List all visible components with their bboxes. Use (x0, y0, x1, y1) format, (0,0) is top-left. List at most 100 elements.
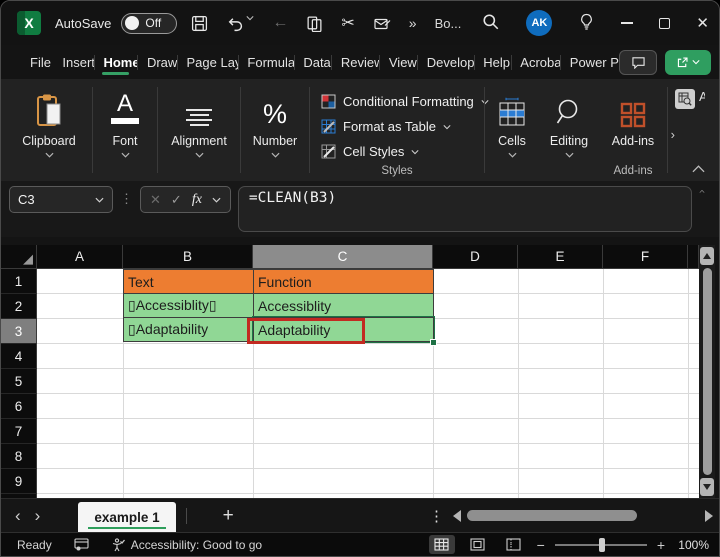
quick-access-overflow-icon[interactable]: » (409, 15, 417, 31)
search-icon[interactable] (482, 13, 500, 34)
cell-c1[interactable]: Function (253, 269, 434, 294)
tab-draw[interactable]: Draw (138, 49, 177, 76)
cell-c2[interactable]: Accessiblity (253, 293, 434, 318)
lightbulb-icon[interactable] (578, 13, 595, 34)
undo-button[interactable] (226, 15, 254, 32)
fill-handle[interactable] (430, 339, 437, 346)
row-header-2[interactable]: 2 (1, 294, 37, 319)
share-button[interactable] (665, 49, 711, 75)
column-header-b[interactable]: B (123, 245, 253, 269)
tab-formulas[interactable]: Formulas (238, 49, 293, 76)
macro-record-icon[interactable] (74, 538, 89, 551)
tab-file[interactable]: File (21, 49, 53, 76)
tab-home[interactable]: Home (94, 49, 137, 76)
row-header-4[interactable]: 4 (1, 344, 37, 369)
maximize-button[interactable] (659, 17, 671, 29)
row-header-1[interactable]: 1 (1, 269, 37, 294)
collapse-ribbon-icon[interactable] (692, 165, 705, 173)
conditional-formatting-button[interactable]: Conditional Formatting (321, 89, 489, 114)
zoom-in-icon[interactable]: + (657, 537, 665, 553)
clipboard-group[interactable]: Clipboard (7, 85, 91, 181)
save-icon[interactable] (191, 15, 208, 32)
normal-view-button[interactable] (428, 535, 455, 554)
tab-acrobat[interactable]: Acrobat (511, 49, 560, 76)
cells-group[interactable]: Cells (486, 85, 538, 181)
tab-view[interactable]: View (380, 49, 417, 76)
formula-input[interactable]: =CLEAN(B3) (237, 186, 692, 232)
zoom-out-icon[interactable]: − (537, 537, 545, 553)
font-group[interactable]: A Font (94, 85, 156, 181)
insert-function-button[interactable]: fx (192, 192, 202, 208)
cell-b1[interactable]: Text (123, 269, 254, 294)
row-header-5[interactable]: 5 (1, 369, 37, 394)
ribbon-scroll-right-icon[interactable]: › (671, 127, 675, 142)
previous-sheet-icon[interactable]: ‹ (1, 506, 35, 526)
tab-developer[interactable]: Develope (418, 49, 474, 76)
cut-icon[interactable]: ✂ (341, 13, 354, 33)
row-header-3[interactable]: 3 (1, 319, 37, 344)
row-header-8[interactable]: 8 (1, 444, 37, 469)
comments-button[interactable] (619, 49, 657, 75)
zoom-slider[interactable] (554, 537, 647, 552)
mail-attach-icon[interactable] (373, 16, 391, 31)
scroll-down-button[interactable] (700, 478, 714, 496)
vertical-scrollbar[interactable] (699, 245, 715, 498)
sheet-options-icon[interactable]: ⋮ (429, 507, 444, 525)
select-all-button[interactable]: ◢ (1, 245, 37, 269)
page-layout-view-button[interactable] (465, 535, 491, 554)
column-header-e[interactable]: E (518, 245, 603, 269)
tab-insert[interactable]: Insert (53, 49, 93, 76)
tab-page-layout[interactable]: Page Layc (178, 49, 238, 76)
tab-help[interactable]: Help (474, 49, 510, 76)
column-header-f[interactable]: F (603, 245, 688, 269)
autosave-toggle[interactable]: Off (121, 12, 178, 34)
scroll-up-button[interactable] (700, 247, 714, 265)
vertical-scroll-thumb[interactable] (702, 268, 712, 475)
alignment-group[interactable]: Alignment (159, 85, 239, 181)
scroll-up-icon (703, 253, 711, 259)
editing-group[interactable]: Editing (538, 85, 600, 181)
cell-c3[interactable]: Adaptability (253, 317, 434, 342)
analyze-addin-icon[interactable] (675, 89, 695, 109)
h-scroll-right-icon[interactable] (705, 509, 713, 522)
document-title[interactable]: Bo... (435, 16, 462, 31)
zoom-level[interactable]: 100% (675, 538, 709, 552)
horizontal-scrollbar[interactable] (453, 499, 713, 532)
column-header-a[interactable]: A (37, 245, 123, 269)
new-sheet-button[interactable]: + (209, 505, 248, 527)
cancel-icon[interactable]: ✕ (150, 192, 161, 208)
copy-icon[interactable] (306, 15, 323, 32)
column-header-d[interactable]: D (433, 245, 518, 269)
excel-app-icon[interactable]: X (17, 11, 41, 35)
account-avatar[interactable]: AK (526, 10, 553, 36)
number-group[interactable]: % Number (242, 85, 308, 181)
sheet-tab-example-1[interactable]: example 1 (78, 502, 176, 532)
row-header-7[interactable]: 7 (1, 419, 37, 444)
percent-icon: % (262, 99, 287, 129)
close-button[interactable]: ✕ (696, 14, 709, 32)
cells-canvas[interactable]: Text Function ▯Accessiblity▯ Accessiblit… (37, 269, 699, 498)
expand-formula-bar-icon[interactable] (699, 186, 711, 193)
enter-icon[interactable]: ✓ (171, 192, 182, 208)
row-header-9[interactable]: 9 (1, 469, 37, 494)
accessibility-status[interactable]: Accessibility: Good to go (111, 538, 262, 552)
cell-styles-button[interactable]: Cell Styles (321, 139, 419, 164)
page-break-view-button[interactable] (501, 535, 527, 554)
minimize-button[interactable] (621, 22, 634, 24)
tab-data[interactable]: Data (294, 49, 331, 76)
column-header-c[interactable]: C (253, 245, 433, 269)
addins-button[interactable]: Add-ins (612, 87, 654, 148)
tab-power-pivot[interactable]: Power Piv (561, 49, 619, 76)
zoom-slider-thumb[interactable] (598, 537, 605, 552)
name-box[interactable]: C3 (9, 186, 113, 213)
h-scroll-left-icon[interactable] (453, 509, 461, 522)
cell-b2[interactable]: ▯Accessiblity▯ (123, 293, 254, 318)
tab-review[interactable]: Review (332, 49, 379, 76)
format-as-table-button[interactable]: Format as Table (321, 114, 451, 139)
excel-window: X AutoSave Off ← ✂ » Bo... AK ✕ File Ins… (0, 0, 720, 557)
cell-b3[interactable]: ▯Adaptability (123, 317, 254, 342)
horizontal-scroll-thumb[interactable] (467, 510, 637, 521)
next-sheet-icon[interactable]: › (35, 506, 55, 526)
font-chevron-icon (120, 152, 130, 158)
row-header-6[interactable]: 6 (1, 394, 37, 419)
